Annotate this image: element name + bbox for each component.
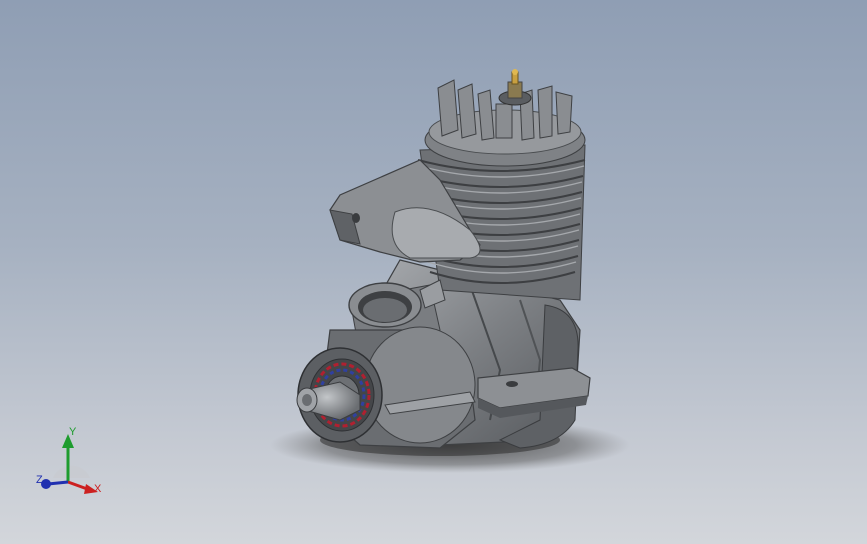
lug-hole [506,381,518,387]
x-axis-label: X [94,483,102,495]
engine-model[interactable] [0,0,867,544]
z-axis-label: Z [36,474,43,486]
z-axis-line [47,480,69,486]
y-axis-label: Y [69,426,77,438]
graphics-viewport[interactable]: Y X Z [0,0,867,544]
triad-sphere [53,465,90,478]
glow-plug[interactable] [498,69,532,106]
